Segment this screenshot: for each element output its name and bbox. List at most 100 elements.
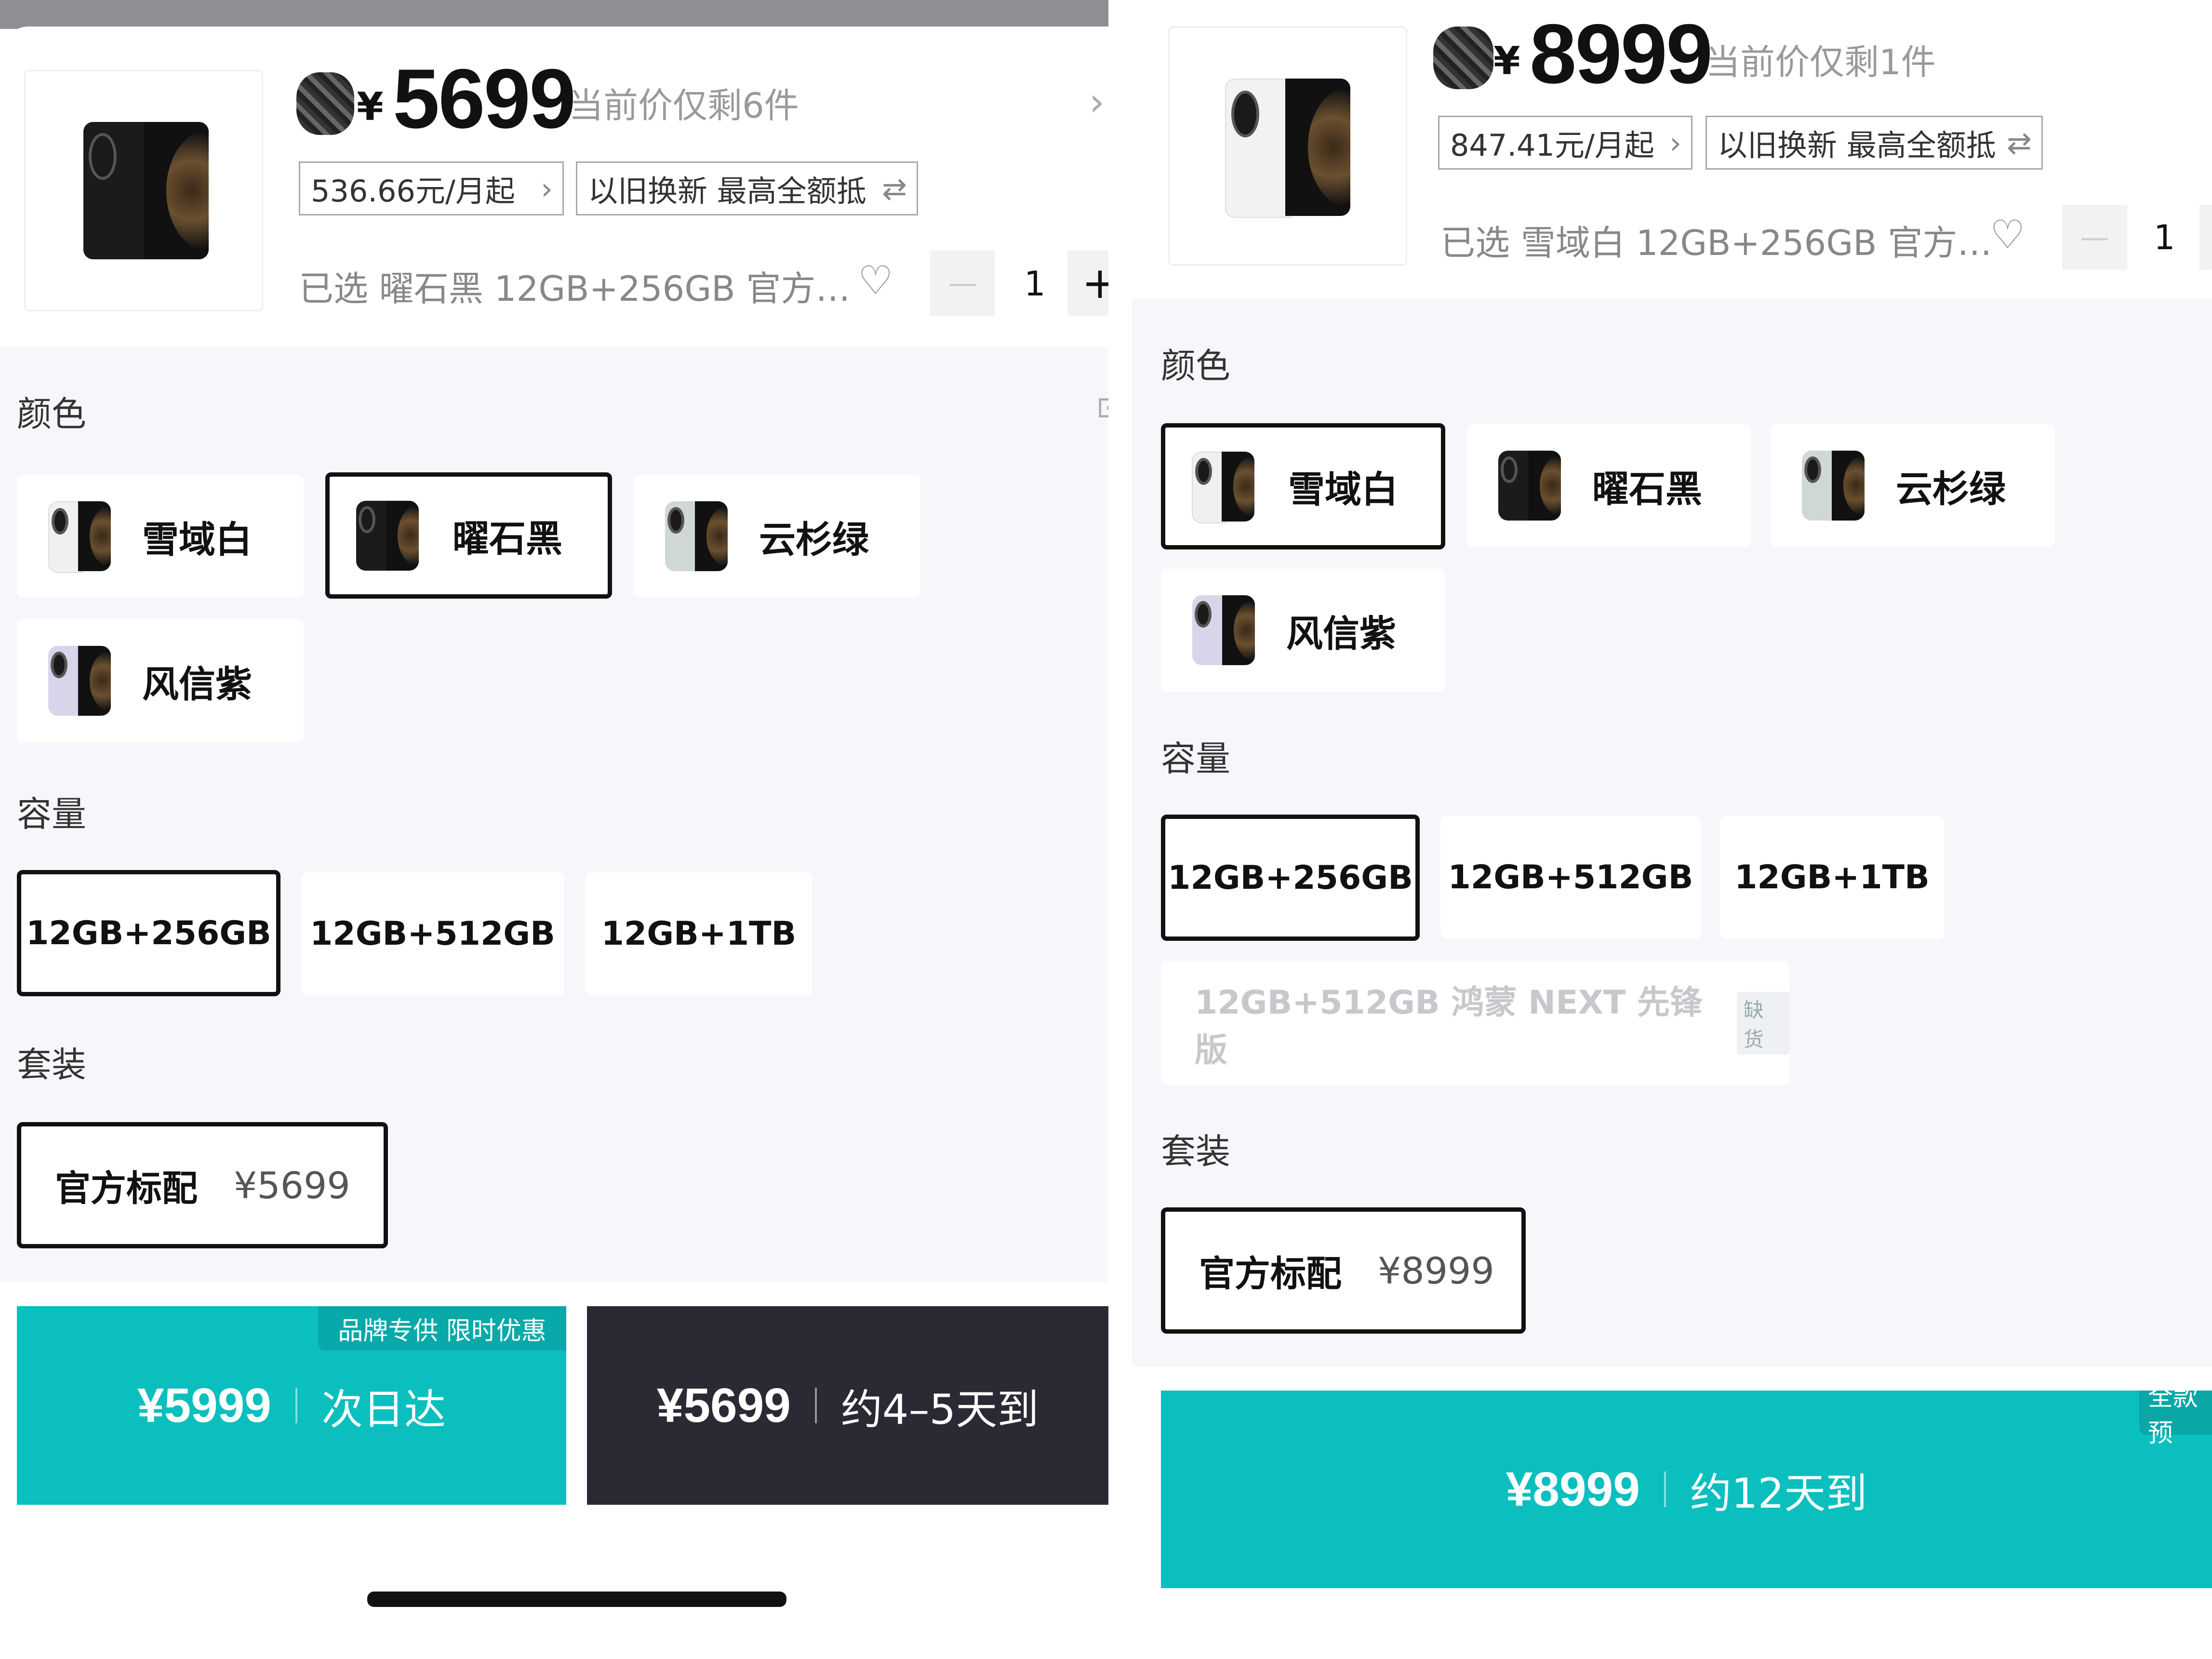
- trade-in-label: 以旧换新 最高全额抵: [1718, 128, 1996, 163]
- capacity-option-1tb[interactable]: 12GB+1TB: [586, 872, 812, 995]
- separator: [1664, 1472, 1666, 1507]
- background-dimmer: [0, 0, 1108, 29]
- right-screenshot: ¥ 8999 当前价仅剩1件 847.41元/月起 › 以旧换新 最高全额抵 ⇄ 已…: [1132, 0, 2212, 1659]
- qty-plus-button[interactable]: +: [1067, 251, 1108, 316]
- price: 8999: [1530, 7, 1713, 101]
- color-label: 云杉绿: [1896, 467, 2006, 510]
- trade-in-button[interactable]: 以旧换新 最高全额抵 ⇄: [1706, 116, 2043, 170]
- chevron-right-icon: ›: [541, 171, 553, 206]
- color-option-spruce-green[interactable]: 云杉绿: [634, 475, 920, 598]
- phone-thumb: [1802, 451, 1865, 521]
- buy-eta: 约4–5天到: [840, 1385, 1039, 1434]
- qty-plus-button[interactable]: [2199, 205, 2212, 270]
- phone-image: [83, 122, 209, 259]
- price: 5699: [393, 52, 576, 146]
- color-section-title: 颜色: [1161, 346, 1231, 386]
- capacity-label: 12GB+1TB: [1734, 858, 1930, 896]
- color-label: 雪域白: [1288, 468, 1398, 511]
- trade-in-label: 以旧换新 最高全额抵: [588, 174, 866, 209]
- qty-minus-button[interactable]: —: [930, 251, 995, 316]
- product-thumbnail: [1168, 27, 1407, 266]
- bundle-name: 官方标配: [55, 1167, 198, 1209]
- color-section-title: 颜色: [17, 394, 87, 434]
- heart-icon[interactable]: ♡: [1990, 212, 2025, 258]
- buy-price: ¥5699: [656, 1378, 791, 1432]
- phone-thumb: [1498, 451, 1561, 521]
- installment-button[interactable]: 847.41元/月起 ›: [1438, 116, 1692, 170]
- color-label: 风信紫: [1286, 612, 1396, 655]
- bundle-option-standard[interactable]: 官方标配 ¥5699: [17, 1122, 388, 1248]
- color-label: 曜石黑: [453, 517, 562, 560]
- phone-thumb: [665, 501, 728, 571]
- buy-price: ¥8999: [1506, 1462, 1640, 1516]
- bundle-section-title: 套装: [1161, 1131, 1231, 1172]
- color-option-hyacinth-purple[interactable]: 风信紫: [17, 619, 304, 742]
- capacity-label: 12GB+512GB: [1448, 858, 1693, 896]
- redacted-logo: [1433, 27, 1493, 89]
- bundle-price: ¥8999: [1378, 1249, 1494, 1292]
- color-option-spruce-green[interactable]: 云杉绿: [1771, 424, 2055, 547]
- color-label: 曜石黑: [1592, 467, 1702, 510]
- installment-label: 536.66元/月起: [311, 174, 515, 209]
- capacity-label: 12GB+256GB: [26, 914, 271, 952]
- color-label: 雪域白: [142, 518, 252, 561]
- bundle-section-title: 套装: [17, 1044, 87, 1085]
- color-label: 风信紫: [142, 662, 252, 706]
- divider: [1108, 0, 1132, 1659]
- stock-note: 当前价仅剩1件: [1706, 42, 1936, 82]
- phone-thumb: [356, 500, 419, 571]
- product-thumbnail: [24, 70, 263, 311]
- buy-button-full-payment[interactable]: ¥8999 约12天到: [1161, 1391, 2212, 1588]
- trade-in-button[interactable]: 以旧换新 最高全额抵 ⇄: [576, 161, 918, 215]
- capacity-option-256gb[interactable]: 12GB+256GB: [17, 870, 280, 996]
- color-option-obsidian-black[interactable]: 曜石黑: [1467, 424, 1751, 547]
- phone-thumb: [48, 646, 111, 716]
- selected-summary: 已选 雪域白 12GB+256GB 官方…: [1440, 223, 1992, 263]
- swap-icon: ⇄: [882, 171, 907, 206]
- out-of-stock-badge: 缺货: [1736, 991, 1790, 1055]
- home-indicator: [367, 1592, 786, 1607]
- buy-eta: 次日达: [321, 1385, 446, 1434]
- color-option-hyacinth-purple[interactable]: 风信紫: [1161, 569, 1445, 692]
- buy-button-standard[interactable]: ¥5699 约4–5天到: [587, 1306, 1108, 1505]
- chevron-right-icon: ›: [1669, 125, 1681, 161]
- capacity-label: 12GB+256GB: [1168, 858, 1413, 897]
- buy-eta: 约12天到: [1690, 1469, 1867, 1518]
- color-option-snow-white[interactable]: 雪域白: [1161, 423, 1445, 549]
- separator: [295, 1388, 298, 1423]
- stock-note: 当前价仅剩6件: [569, 85, 799, 126]
- phone-thumb: [1192, 451, 1254, 523]
- phone-thumb: [48, 501, 111, 573]
- qty-value: 1: [1024, 264, 1046, 304]
- color-label: 云杉绿: [759, 518, 869, 561]
- promo-tag: 品牌专供 限时优惠: [318, 1306, 566, 1351]
- currency-symbol: ¥: [357, 84, 384, 129]
- capacity-option-512gb[interactable]: 12GB+512GB: [1440, 816, 1701, 939]
- chevron-right-icon[interactable]: ›: [1089, 80, 1105, 124]
- promo-tag: 全款预: [2139, 1383, 2212, 1448]
- capacity-label: 12GB+512GB: [310, 915, 555, 953]
- installment-button[interactable]: 536.66元/月起 ›: [299, 161, 564, 215]
- bundle-option-standard[interactable]: 官方标配 ¥8999: [1161, 1207, 1526, 1334]
- size-chart-icon[interactable]: ⊡: [1096, 390, 1108, 424]
- buy-price: ¥5999: [137, 1378, 272, 1432]
- bundle-price: ¥5699: [234, 1164, 350, 1207]
- currency-symbol: ¥: [1493, 39, 1520, 83]
- installment-label: 847.41元/月起: [1450, 128, 1654, 163]
- color-option-obsidian-black[interactable]: 曜石黑: [325, 472, 612, 599]
- color-option-snow-white[interactable]: 雪域白: [17, 475, 304, 598]
- left-screenshot: ¥ 5699 当前价仅剩6件 › 536.66元/月起 › 以旧换新 最高全额抵 ⇄…: [0, 0, 1108, 1659]
- bundle-name: 官方标配: [1199, 1253, 1342, 1295]
- swap-icon: ⇄: [2007, 125, 2032, 161]
- capacity-option-harmony-next: 12GB+512GB 鸿蒙 NEXT 先锋版 缺货: [1161, 962, 1790, 1084]
- heart-icon[interactable]: ♡: [858, 258, 893, 304]
- capacity-option-256gb[interactable]: 12GB+256GB: [1161, 815, 1420, 941]
- capacity-section-title: 容量: [17, 794, 87, 834]
- capacity-label: 12GB+512GB 鸿蒙 NEXT 先锋版: [1195, 983, 1703, 1070]
- redacted-logo: [296, 72, 354, 135]
- qty-minus-button[interactable]: —: [2062, 205, 2127, 270]
- capacity-option-512gb[interactable]: 12GB+512GB: [301, 872, 564, 995]
- capacity-option-1tb[interactable]: 12GB+1TB: [1720, 816, 1944, 939]
- capacity-label: 12GB+1TB: [601, 915, 797, 953]
- phone-image: [1225, 79, 1350, 218]
